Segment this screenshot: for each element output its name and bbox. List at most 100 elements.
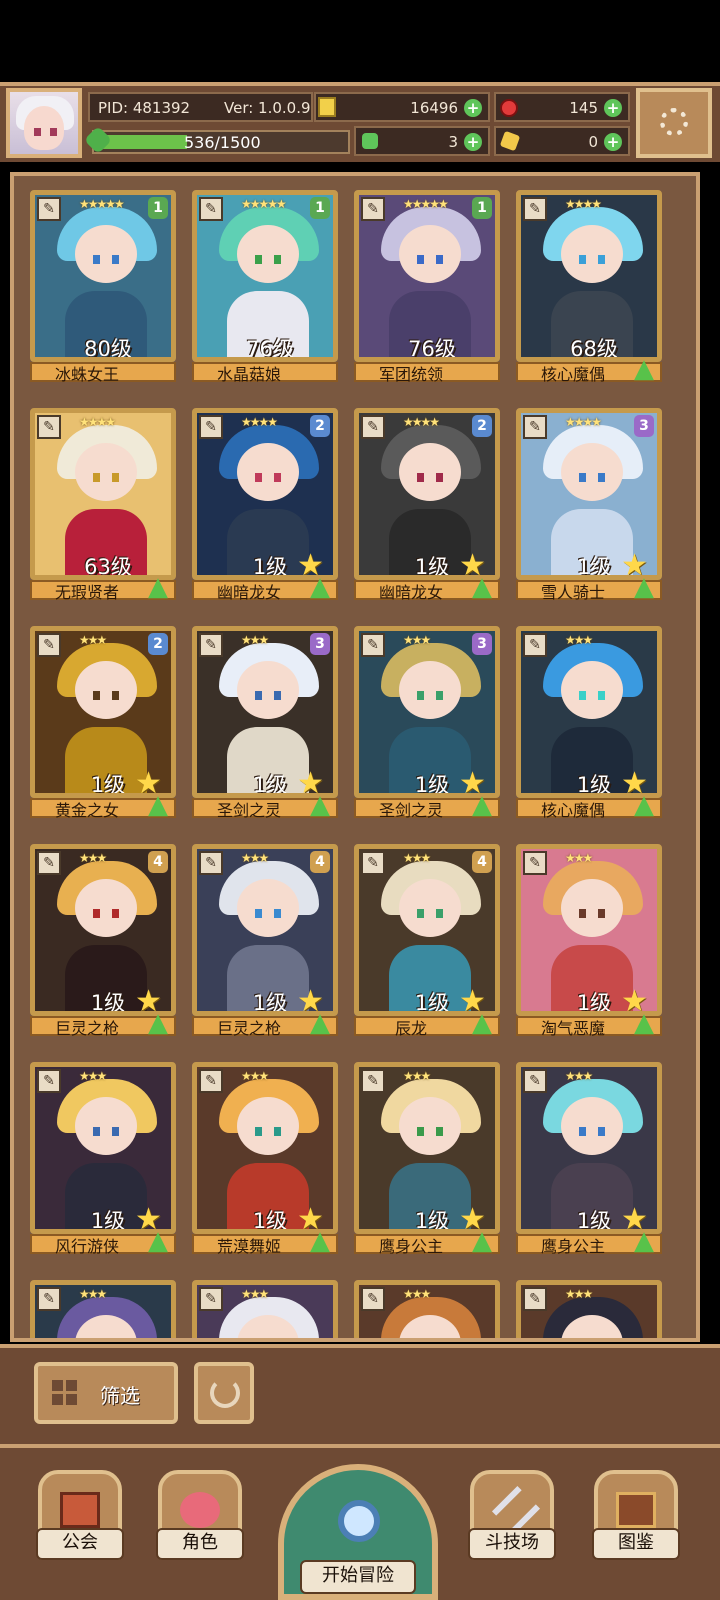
character-card[interactable]: ✎ ★★★ bbox=[354, 1280, 500, 1338]
portrait-eyes bbox=[579, 473, 605, 482]
nav-guild-label: 公会 bbox=[36, 1528, 124, 1560]
character-card[interactable]: ✎ ★★★ bbox=[192, 1280, 338, 1338]
nav-arena[interactable]: 斗技场 bbox=[468, 1470, 556, 1560]
add-gold-icon[interactable]: + bbox=[464, 99, 482, 117]
character-card[interactable]: ✎ ★★★ 1级 ★ 荒漠舞姬 ▲ bbox=[192, 1062, 338, 1256]
weapon-type-icon: ✎ bbox=[37, 851, 61, 875]
portrait-eyes bbox=[417, 909, 443, 918]
character-card[interactable]: ✎ ★★★★ 63级 无瑕贤者 ▲ bbox=[30, 408, 176, 602]
character-card[interactable]: ✎ ★★★ bbox=[516, 1280, 662, 1338]
upgrade-arrow-icon: ▲ bbox=[634, 572, 654, 602]
weapon-type-icon: ✎ bbox=[37, 1069, 61, 1093]
exp-bar: 536/1500 bbox=[92, 130, 350, 154]
character-card[interactable]: ✎ ★★★ 4 1级 ★ 辰龙 ▲ bbox=[354, 844, 500, 1038]
nav-adventure-label: 开始冒险 bbox=[300, 1560, 416, 1594]
character-card[interactable]: ✎ ★★★ 4 1级 ★ 巨灵之枪 ▲ bbox=[30, 844, 176, 1038]
rank-badge: 4 bbox=[310, 851, 330, 873]
portrait-face bbox=[561, 879, 623, 937]
character-card[interactable]: ✎ ★★★★★ 1 80级 冰蛛女王 bbox=[30, 190, 176, 384]
character-card[interactable]: ✎ ★★★ 1级 ★ 鹰身公主 ▲ bbox=[354, 1062, 500, 1256]
weapon-type-icon: ✎ bbox=[523, 851, 547, 875]
nav-role[interactable]: 角色 bbox=[156, 1470, 244, 1560]
upgrade-arrow-icon: ▲ bbox=[472, 572, 492, 602]
portrait-face bbox=[399, 879, 461, 937]
weapon-type-icon: ✎ bbox=[361, 197, 385, 221]
refresh-button[interactable] bbox=[194, 1362, 254, 1424]
character-card[interactable]: ✎ ★★★★★ 1 76级 军团统领 bbox=[354, 190, 500, 384]
weapon-type-icon: ✎ bbox=[523, 1069, 547, 1093]
nav-guild[interactable]: 公会 bbox=[36, 1470, 124, 1560]
upgrade-arrow-icon: ▲ bbox=[472, 790, 492, 820]
star-rating: ★★★ bbox=[565, 633, 593, 647]
key-value: 0 bbox=[588, 133, 598, 151]
card-frame: ✎ ★★★ bbox=[516, 1280, 662, 1338]
upgrade-arrow-icon: ▲ bbox=[148, 1008, 168, 1038]
name-plate: 军团统领 bbox=[354, 362, 500, 384]
portrait-eyes bbox=[93, 255, 119, 264]
star-rating: ★★★ bbox=[403, 851, 431, 865]
character-list-panel: ✎ ★★★★★ 1 80级 冰蛛女王 ✎ ★★★★★ 1 76级 水晶菇娘 ✎ ★★★★★ 1 76级 军团… bbox=[10, 172, 700, 1342]
add-clover-icon[interactable]: + bbox=[464, 133, 482, 151]
weapon-type-icon: ✎ bbox=[199, 197, 223, 221]
gold-value: 16496 bbox=[410, 99, 458, 117]
character-level: 76级 bbox=[246, 337, 294, 361]
character-name: 黄金之女 bbox=[54, 801, 119, 820]
character-card[interactable]: ✎ ★★★ 1级 ★ 核心魔偶 ▲ bbox=[516, 626, 662, 820]
grid-icon bbox=[52, 1380, 78, 1406]
rank-badge: 3 bbox=[310, 633, 330, 655]
avatar-eye bbox=[50, 128, 57, 136]
character-name: 水晶菇娘 bbox=[216, 365, 281, 384]
character-card[interactable]: ✎ ★★★★★ 1 76级 水晶菇娘 bbox=[192, 190, 338, 384]
character-name: 鹰身公主 bbox=[378, 1237, 443, 1256]
upgrade-arrow-icon: ▲ bbox=[310, 790, 330, 820]
character-card[interactable]: ✎ ★★★★ 2 1级 ★ 幽暗龙女 ▲ bbox=[192, 408, 338, 602]
add-key-icon[interactable]: + bbox=[604, 133, 622, 151]
portrait-face bbox=[399, 1097, 461, 1155]
character-card[interactable]: ✎ ★★★ 2 1级 ★ 黄金之女 ▲ bbox=[30, 626, 176, 820]
refresh-icon bbox=[210, 1378, 240, 1408]
star-rating: ★★★★★ bbox=[403, 197, 449, 211]
card-frame: ✎ ★★★★ 2 1级 ★ bbox=[192, 408, 338, 580]
card-frame: ✎ ★★★ 1级 ★ bbox=[30, 1062, 176, 1234]
character-card[interactable]: ✎ ★★★ bbox=[30, 1280, 176, 1338]
star-rating: ★★★★★ bbox=[241, 197, 287, 211]
character-card[interactable]: ✎ ★★★★ 3 1级 ★ 雪人骑士 ▲ bbox=[516, 408, 662, 602]
nav-codex-label: 图鉴 bbox=[592, 1528, 680, 1560]
star-rating: ★★★ bbox=[241, 1069, 269, 1083]
upgrade-arrow-icon: ▲ bbox=[472, 1008, 492, 1038]
star-rating: ★★★ bbox=[79, 851, 107, 865]
rank-badge: 4 bbox=[148, 851, 168, 873]
settings-button[interactable] bbox=[636, 88, 712, 158]
character-card[interactable]: ✎ ★★★ 1级 ★ 鹰身公主 ▲ bbox=[516, 1062, 662, 1256]
player-avatar[interactable] bbox=[6, 88, 82, 158]
version-label: Ver: 1.0.0.9 bbox=[224, 99, 311, 117]
character-card[interactable]: ✎ ★★★ 3 1级 ★ 圣剑之灵 ▲ bbox=[354, 626, 500, 820]
exp-text: 536/1500 bbox=[184, 133, 261, 152]
weapon-type-icon: ✎ bbox=[37, 415, 61, 439]
portrait-eyes bbox=[255, 691, 281, 700]
character-card[interactable]: ✎ ★★★★ 68级 核心魔偶 ▲ bbox=[516, 190, 662, 384]
portrait-face bbox=[237, 225, 299, 283]
crossed-swords-icon bbox=[491, 1485, 541, 1535]
card-frame: ✎ ★★★ 1级 ★ bbox=[516, 626, 662, 798]
character-card[interactable]: ✎ ★★★★ 2 1级 ★ 幽暗龙女 ▲ bbox=[354, 408, 500, 602]
portrait-eyes bbox=[93, 909, 119, 918]
character-card[interactable]: ✎ ★★★ 1级 ★ 风行游侠 ▲ bbox=[30, 1062, 176, 1256]
add-gems-icon[interactable]: + bbox=[604, 99, 622, 117]
star-rating: ★★★★ bbox=[565, 197, 602, 211]
character-card[interactable]: ✎ ★★★ 1级 ★ 淘气恶魔 ▲ bbox=[516, 844, 662, 1038]
weapon-type-icon: ✎ bbox=[199, 851, 223, 875]
portrait-face bbox=[237, 879, 299, 937]
character-card[interactable]: ✎ ★★★ 3 1级 ★ 圣剑之灵 ▲ bbox=[192, 626, 338, 820]
clover-panel: 3 + bbox=[354, 126, 490, 156]
weapon-type-icon: ✎ bbox=[37, 1287, 61, 1311]
star-rating: ★★★★ bbox=[565, 415, 602, 429]
card-frame: ✎ ★★★★★ 1 80级 bbox=[30, 190, 176, 362]
nav-codex[interactable]: 图鉴 bbox=[592, 1470, 680, 1560]
character-name: 无瑕贤者 bbox=[54, 583, 119, 602]
card-frame: ✎ ★★★ bbox=[30, 1280, 176, 1338]
star-rating: ★★★ bbox=[403, 633, 431, 647]
filter-button[interactable]: 筛选 bbox=[34, 1362, 178, 1424]
character-card[interactable]: ✎ ★★★ 4 1级 ★ 巨灵之枪 ▲ bbox=[192, 844, 338, 1038]
card-frame: ✎ ★★★★ 3 1级 ★ bbox=[516, 408, 662, 580]
